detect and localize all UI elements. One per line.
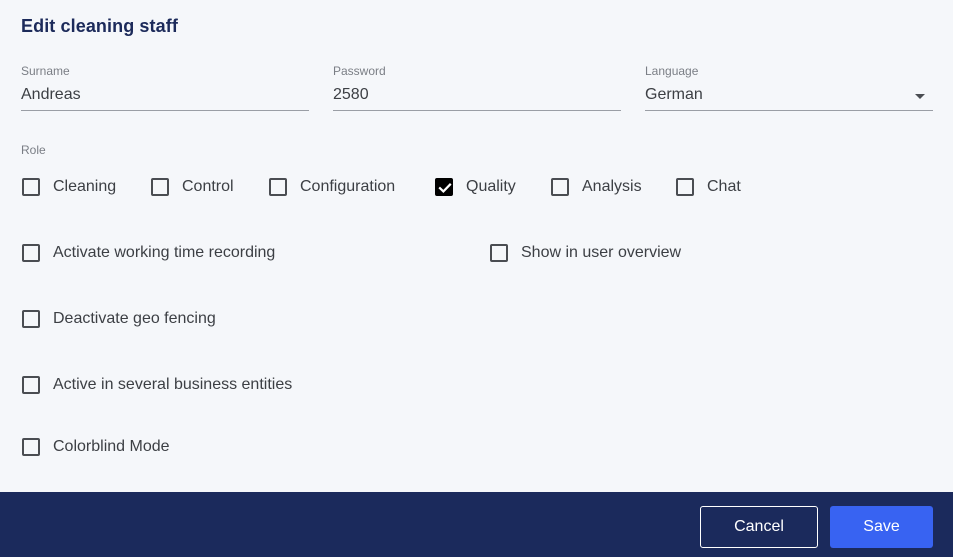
checkmark-icon — [438, 183, 452, 193]
colorblind-checkbox[interactable]: Colorblind Mode — [22, 438, 170, 456]
cancel-button[interactable]: Cancel — [700, 506, 818, 548]
checkbox-box[interactable] — [22, 438, 40, 456]
edit-staff-dialog: Edit cleaning staff Surname Password Lan… — [0, 0, 953, 557]
checkbox-box[interactable] — [22, 376, 40, 394]
role-checkbox-configuration[interactable]: Configuration — [269, 178, 395, 196]
role-analysis-label: Analysis — [582, 178, 642, 195]
save-button[interactable]: Save — [830, 506, 933, 548]
surname-label: Surname — [21, 64, 70, 78]
checkbox-box[interactable] — [22, 178, 40, 196]
checkbox-box[interactable] — [22, 244, 40, 262]
password-input[interactable] — [333, 86, 621, 104]
checkbox-box-checked[interactable] — [435, 178, 453, 196]
role-checkbox-cleaning[interactable]: Cleaning — [22, 178, 116, 196]
password-underline — [333, 110, 621, 111]
role-checkbox-quality[interactable]: Quality — [435, 178, 516, 196]
role-label: Role — [21, 143, 46, 157]
surname-field[interactable]: Surname — [21, 64, 309, 112]
surname-underline — [21, 110, 309, 111]
role-checkbox-chat[interactable]: Chat — [676, 178, 741, 196]
checkbox-box[interactable] — [269, 178, 287, 196]
role-chat-label: Chat — [707, 178, 741, 195]
role-configuration-label: Configuration — [300, 178, 396, 195]
checkbox-box[interactable] — [151, 178, 169, 196]
language-field[interactable]: Language German — [645, 64, 933, 112]
password-label: Password — [333, 64, 386, 78]
checkbox-box[interactable] — [22, 310, 40, 328]
several-entities-checkbox[interactable]: Active in several business entities — [22, 376, 292, 394]
role-cleaning-label: Cleaning — [53, 178, 117, 195]
dialog-footer: Cancel Save — [0, 492, 953, 557]
password-field[interactable]: Password — [333, 64, 621, 112]
user-overview-checkbox[interactable]: Show in user overview — [490, 244, 681, 262]
surname-input[interactable] — [21, 86, 309, 104]
language-select[interactable]: German — [645, 86, 933, 104]
chevron-down-icon[interactable] — [915, 94, 925, 99]
working-time-label: Activate working time recording — [53, 244, 276, 261]
several-entities-label: Active in several business entities — [53, 376, 293, 393]
checkbox-box[interactable] — [490, 244, 508, 262]
colorblind-label: Colorblind Mode — [53, 438, 170, 455]
role-control-label: Control — [182, 178, 234, 195]
language-underline — [645, 110, 933, 111]
working-time-checkbox[interactable]: Activate working time recording — [22, 244, 275, 262]
role-checkbox-control[interactable]: Control — [151, 178, 234, 196]
user-overview-label: Show in user overview — [521, 244, 682, 261]
checkbox-box[interactable] — [551, 178, 569, 196]
dialog-title: Edit cleaning staff — [21, 16, 178, 36]
geo-fencing-label: Deactivate geo fencing — [53, 310, 216, 327]
role-checkbox-analysis[interactable]: Analysis — [551, 178, 642, 196]
geo-fencing-checkbox[interactable]: Deactivate geo fencing — [22, 310, 216, 328]
language-label: Language — [645, 64, 699, 78]
role-quality-label: Quality — [466, 178, 516, 195]
checkbox-box[interactable] — [676, 178, 694, 196]
